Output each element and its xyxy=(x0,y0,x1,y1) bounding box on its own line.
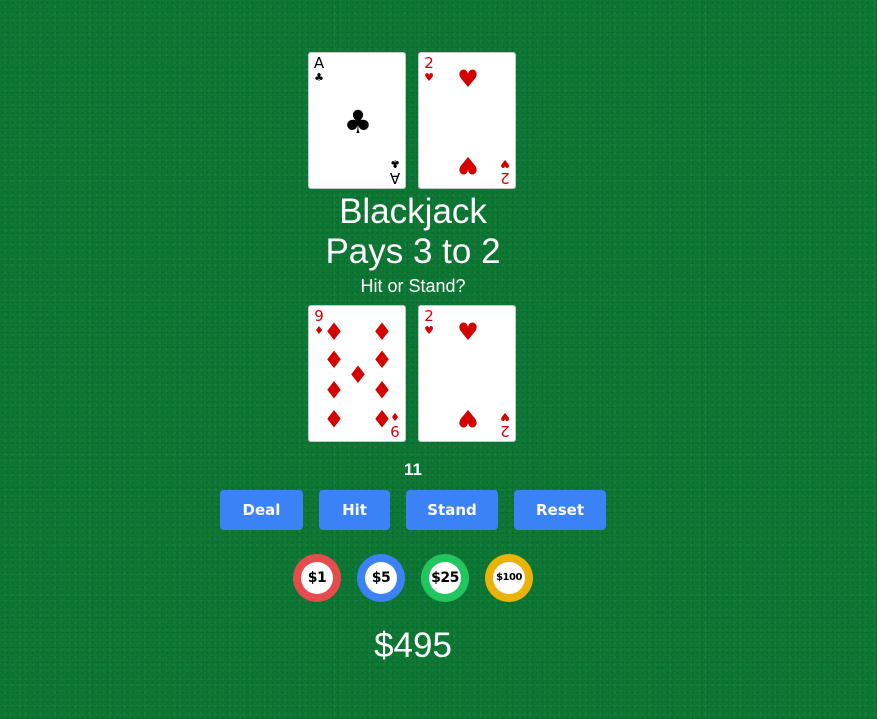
card-rank: A xyxy=(389,169,401,187)
card-corner-bottom: A ♣ xyxy=(388,157,402,187)
heart-icon: ♥ xyxy=(457,404,479,432)
club-icon: ♣ xyxy=(343,103,373,141)
chip-1-dollar[interactable]: $1 xyxy=(293,554,341,602)
heart-icon: ♥ xyxy=(424,324,434,337)
table-title: Blackjack xyxy=(339,192,487,231)
chip-label: $1 xyxy=(301,562,333,594)
chip-label: $5 xyxy=(365,562,397,594)
diamond-icon: ♦ xyxy=(323,375,345,403)
chip-label: $100 xyxy=(493,562,525,594)
diamond-icon: ♦ xyxy=(371,318,393,346)
diamond-icon: ♦ xyxy=(371,346,393,374)
player-score: 11 xyxy=(404,460,422,479)
heart-icon: ♥ xyxy=(424,71,434,84)
dealer-card-ace-of-clubs: A ♣ ♣ A ♣ xyxy=(308,52,406,189)
status-prompt: Hit or Stand? xyxy=(360,276,466,296)
diamond-icon: ♦ xyxy=(347,361,369,389)
card-corner-top: A ♣ xyxy=(312,54,326,84)
card-corner-bottom: 2 ♥ xyxy=(498,410,512,440)
dealer-card-two-of-hearts: 2 ♥ ♥ ♥ 2 ♥ xyxy=(418,52,516,189)
club-icon: ♣ xyxy=(390,157,400,170)
diamond-icon: ♦ xyxy=(390,410,400,423)
chip-100-dollar[interactable]: $100 xyxy=(485,554,533,602)
stand-button[interactable]: Stand xyxy=(406,490,498,530)
diamond-icon: ♦ xyxy=(371,375,393,403)
card-corner-top: 2 ♥ xyxy=(422,307,436,337)
diamond-icon: ♦ xyxy=(323,346,345,374)
card-rank: 2 xyxy=(424,307,434,325)
player-card-two-of-hearts: 2 ♥ ♥ ♥ 2 ♥ xyxy=(418,305,516,442)
diamond-icon: ♦ xyxy=(323,318,345,346)
payout-text: Pays 3 to 2 xyxy=(325,232,501,271)
card-rank: A xyxy=(313,54,325,72)
reset-button[interactable]: Reset xyxy=(514,490,606,530)
bankroll-amount: $495 xyxy=(374,626,452,665)
chip-label: $25 xyxy=(429,562,461,594)
card-rank: 9 xyxy=(390,422,400,440)
club-icon: ♣ xyxy=(314,71,324,84)
card-rank: 2 xyxy=(500,169,510,187)
card-rank: 2 xyxy=(500,422,510,440)
card-corner-bottom: 2 ♥ xyxy=(498,157,512,187)
heart-icon: ♥ xyxy=(457,318,479,346)
card-corner-bottom: 9 ♦ xyxy=(388,410,402,440)
heart-icon: ♥ xyxy=(457,151,479,179)
deal-button[interactable]: Deal xyxy=(220,490,303,530)
heart-icon: ♥ xyxy=(500,410,510,423)
chip-5-dollar[interactable]: $5 xyxy=(357,554,405,602)
diamond-icon: ♦ xyxy=(323,404,345,432)
heart-icon: ♥ xyxy=(457,65,479,93)
hit-button[interactable]: Hit xyxy=(319,490,390,530)
card-corner-top: 2 ♥ xyxy=(422,54,436,84)
chip-25-dollar[interactable]: $25 xyxy=(421,554,469,602)
player-card-nine-of-diamonds: 9 ♦ ♦ ♦ ♦ ♦ ♦ ♦ ♦ ♦ ♦ 9 ♦ xyxy=(308,305,406,442)
heart-icon: ♥ xyxy=(500,157,510,170)
card-rank: 2 xyxy=(424,54,434,72)
